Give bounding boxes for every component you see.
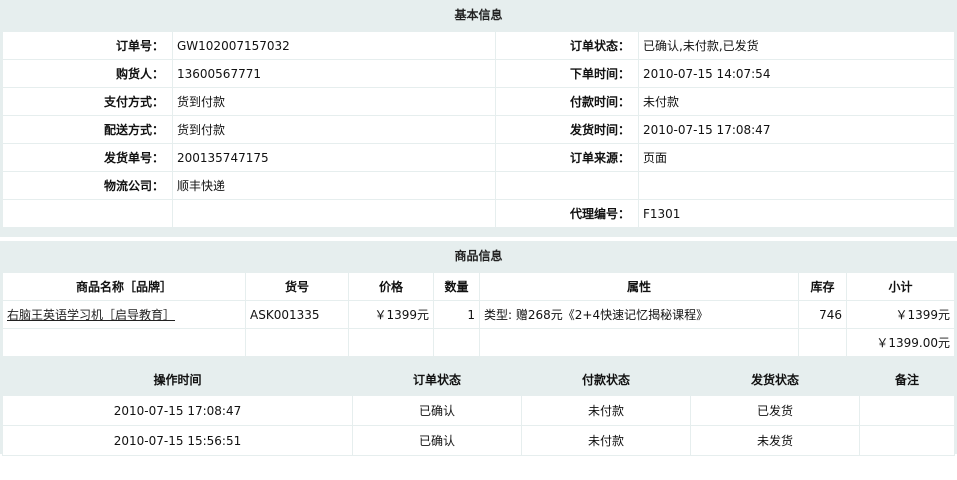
log-note xyxy=(859,425,955,456)
col-header-pay-status: 付款状态 xyxy=(521,362,691,396)
goods-subtotal: ￥1399元 xyxy=(846,300,955,329)
operation-log-panel: 操作时间 订单状态 付款状态 发货状态 备注 2010-07-15 17:08:… xyxy=(0,360,957,456)
buyer-label: 购货人： xyxy=(2,59,173,88)
basic-info-panel: 基本信息 订单号： GW102007157032 订单状态： 已确认,未付款,已… xyxy=(0,0,957,237)
ship-no-value: 200135747175 xyxy=(172,143,496,172)
col-header-order-status: 订单状态 xyxy=(352,362,522,396)
goods-name-cell: 右脑王英语学习机［启导教育］ xyxy=(2,300,246,329)
goods-name-link[interactable]: 右脑王英语学习机［启导教育］ xyxy=(7,308,175,322)
empty-cell xyxy=(798,328,847,357)
order-time-value: 2010-07-15 14:07:54 xyxy=(638,59,955,88)
col-header-subtotal: 小计 xyxy=(846,272,955,301)
order-no-value: GW102007157032 xyxy=(172,31,496,60)
table-row: 右脑王英语学习机［启导教育］ ASK001335 ￥1399元 1 类型: 赠2… xyxy=(2,300,955,329)
order-no-label: 订单号： xyxy=(2,31,173,60)
pay-time-value: 未付款 xyxy=(638,87,955,116)
col-header-ship-status: 发货状态 xyxy=(690,362,860,396)
empty-cell xyxy=(2,199,173,228)
goods-price: ￥1399元 xyxy=(348,300,434,329)
log-time: 2010-07-15 17:08:47 xyxy=(2,395,353,426)
table-row: 2010-07-15 15:56:51 已确认 未付款 未发货 xyxy=(2,425,955,456)
col-header-qty: 数量 xyxy=(433,272,480,301)
table-row: 2010-07-15 17:08:47 已确认 未付款 已发货 xyxy=(2,395,955,426)
goods-total: ￥1399.00元 xyxy=(846,328,955,357)
col-header-sku: 货号 xyxy=(245,272,349,301)
col-header-price: 价格 xyxy=(348,272,434,301)
empty-cell xyxy=(433,328,480,357)
goods-attr: 类型: 赠268元《2+4快速记忆揭秘课程》 xyxy=(479,300,799,329)
ship-no-label: 发货单号： xyxy=(2,143,173,172)
goods-stock: 746 xyxy=(798,300,847,329)
goods-sku: ASK001335 xyxy=(245,300,349,329)
order-status-label: 订单状态： xyxy=(495,31,639,60)
col-header-attr: 属性 xyxy=(479,272,799,301)
col-header-name: 商品名称［品牌］ xyxy=(2,272,246,301)
ship-time-label: 发货时间： xyxy=(495,115,639,144)
log-order-status: 已确认 xyxy=(352,425,522,456)
col-header-time: 操作时间 xyxy=(2,362,353,396)
pay-method-label: 支付方式： xyxy=(2,87,173,116)
log-pay-status: 未付款 xyxy=(521,425,691,456)
operation-log-table: 操作时间 订单状态 付款状态 发货状态 备注 2010-07-15 17:08:… xyxy=(2,362,955,456)
log-time: 2010-07-15 15:56:51 xyxy=(2,425,353,456)
logistics-label: 物流公司： xyxy=(2,171,173,200)
pay-method-value: 货到付款 xyxy=(172,87,496,116)
empty-cell xyxy=(495,171,639,200)
log-note xyxy=(859,395,955,426)
goods-qty: 1 xyxy=(433,300,480,329)
order-time-label: 下单时间： xyxy=(495,59,639,88)
basic-info-table: 订单号： GW102007157032 订单状态： 已确认,未付款,已发货 购货… xyxy=(2,31,955,228)
col-header-stock: 库存 xyxy=(798,272,847,301)
log-order-status: 已确认 xyxy=(352,395,522,426)
empty-cell xyxy=(638,171,955,200)
basic-info-title: 基本信息 xyxy=(454,8,503,22)
goods-info-title: 商品信息 xyxy=(454,249,503,263)
logistics-value: 顺丰快递 xyxy=(172,171,496,200)
order-status-value: 已确认,未付款,已发货 xyxy=(638,31,955,60)
empty-cell xyxy=(348,328,434,357)
col-header-note: 备注 xyxy=(859,362,955,396)
buyer-value: 13600567771 xyxy=(172,59,496,88)
agent-value: F1301 xyxy=(638,199,955,228)
log-ship-status: 已发货 xyxy=(690,395,860,426)
log-ship-status: 未发货 xyxy=(690,425,860,456)
ship-method-label: 配送方式： xyxy=(2,115,173,144)
empty-cell xyxy=(2,328,246,357)
pay-time-label: 付款时间： xyxy=(495,87,639,116)
empty-cell xyxy=(479,328,799,357)
ship-time-value: 2010-07-15 17:08:47 xyxy=(638,115,955,144)
log-pay-status: 未付款 xyxy=(521,395,691,426)
agent-label: 代理编号： xyxy=(495,199,639,228)
order-source-value: 页面 xyxy=(638,143,955,172)
total-row: ￥1399.00元 xyxy=(2,328,955,357)
goods-table: 商品名称［品牌］ 货号 价格 数量 属性 库存 小计 右脑王英语学习机［启导教育… xyxy=(2,272,955,357)
empty-cell xyxy=(245,328,349,357)
order-source-label: 订单来源： xyxy=(495,143,639,172)
goods-info-panel: 商品信息 商品名称［品牌］ 货号 价格 数量 属性 库存 小计 右脑王英语学习机… xyxy=(0,241,957,366)
empty-cell xyxy=(172,199,496,228)
ship-method-value: 货到付款 xyxy=(172,115,496,144)
